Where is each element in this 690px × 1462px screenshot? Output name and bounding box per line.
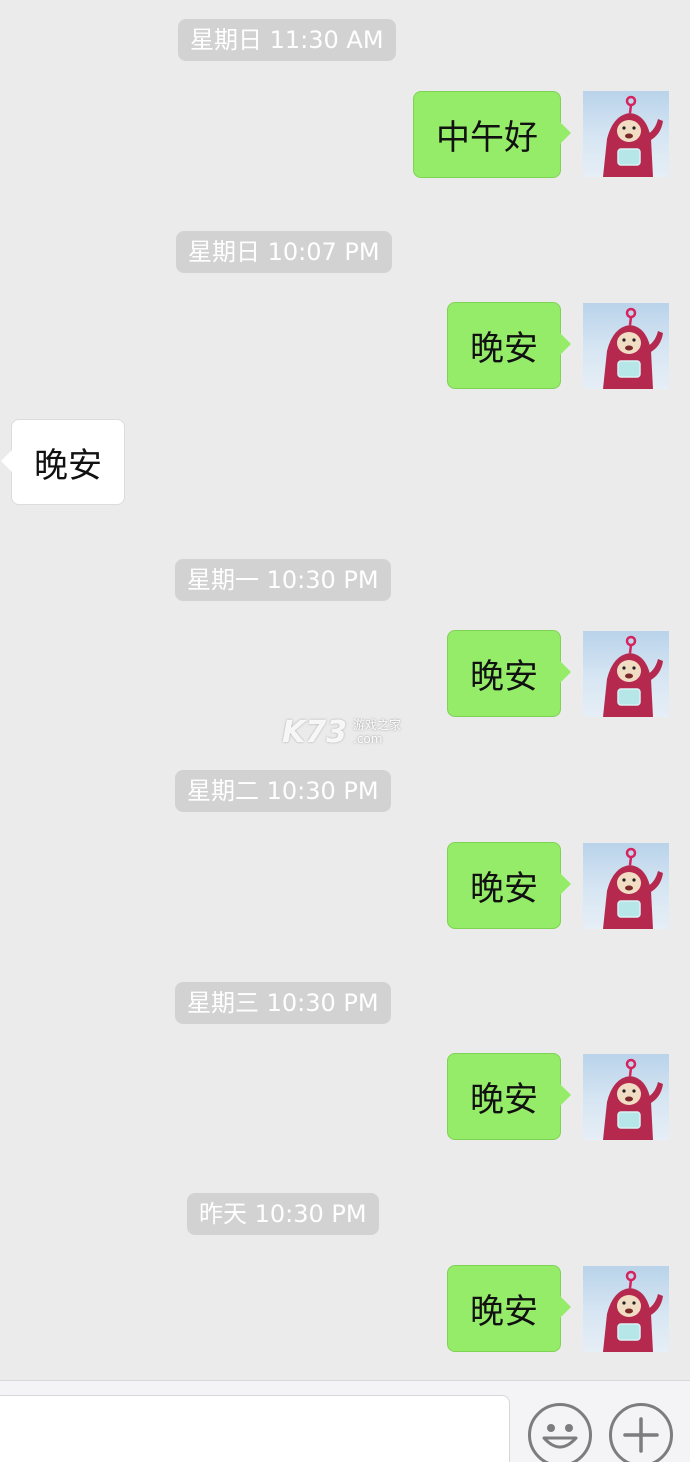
- message-bubble-outgoing[interactable]: 晚安: [447, 1053, 571, 1140]
- message-input[interactable]: [0, 1395, 510, 1462]
- message-bubble-outgoing[interactable]: 晚安: [447, 1265, 571, 1352]
- timestamp: 星期一 10:30 PM: [175, 559, 391, 601]
- teletubby-po-avatar-icon: [603, 635, 663, 717]
- plus-icon: [623, 1417, 659, 1453]
- message-bubble-outgoing[interactable]: 晚安: [447, 302, 571, 389]
- teletubby-po-avatar-icon: [603, 307, 663, 389]
- timestamp: 星期三 10:30 PM: [175, 982, 391, 1024]
- emoji-smiley-icon: [542, 1424, 578, 1449]
- watermark-logo-text: K73: [282, 714, 347, 750]
- message-bubble-incoming[interactable]: 晚安: [1, 419, 125, 505]
- chat-message-list[interactable]: 星期日 11:30 AM 中午好 星期日 10:07 PM 晚安 晚安 星期一 …: [0, 0, 690, 1380]
- more-plus-button[interactable]: [609, 1403, 673, 1462]
- avatar[interactable]: [583, 1054, 669, 1140]
- timestamp: 星期日 10:07 PM: [176, 231, 392, 273]
- teletubby-po-avatar-icon: [603, 95, 663, 177]
- teletubby-po-avatar-icon: [603, 1058, 663, 1140]
- message-bubble-outgoing[interactable]: 晚安: [447, 630, 571, 717]
- teletubby-po-avatar-icon: [603, 1270, 663, 1352]
- avatar[interactable]: [583, 303, 669, 389]
- timestamp: 星期日 11:30 AM: [178, 19, 396, 61]
- message-bubble-outgoing[interactable]: 晚安: [447, 842, 571, 929]
- timestamp: 昨天 10:30 PM: [187, 1193, 379, 1235]
- message-bubble-outgoing[interactable]: 中午好: [413, 91, 571, 178]
- avatar[interactable]: [583, 631, 669, 717]
- watermark-line-2: .com: [353, 732, 383, 746]
- avatar[interactable]: [583, 91, 669, 177]
- emoji-button[interactable]: [528, 1403, 592, 1462]
- watermark-line-1: 游戏之家: [353, 718, 402, 732]
- avatar[interactable]: [583, 843, 669, 929]
- chat-input-bar: [0, 1380, 690, 1462]
- timestamp: 星期二 10:30 PM: [175, 770, 391, 812]
- teletubby-po-avatar-icon: [603, 847, 663, 929]
- watermark-logo: K73 游戏之家 .com: [282, 712, 401, 752]
- avatar[interactable]: [583, 1266, 669, 1352]
